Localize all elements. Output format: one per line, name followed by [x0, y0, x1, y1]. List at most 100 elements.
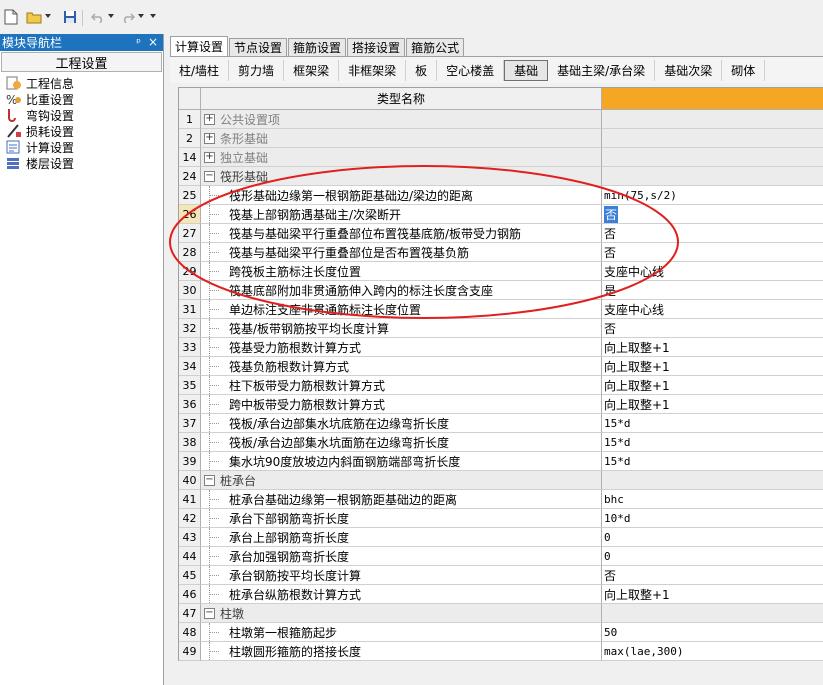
nav-item[interactable]: % 比重设置 — [0, 91, 163, 108]
tab[interactable]: 节点设置 — [229, 38, 288, 56]
setting-row[interactable]: 48 柱墩第一根箍筋起步 50 — [179, 623, 823, 642]
setting-label: 筏基上部钢筋遇基础主/次梁断开 — [229, 207, 402, 222]
redo-dropdown-icon[interactable] — [138, 14, 144, 18]
component-tab[interactable]: 板 — [406, 59, 438, 81]
setting-value-cell[interactable]: 向上取整+1 — [602, 395, 823, 414]
component-tab[interactable]: 柱/墙柱 — [170, 59, 230, 81]
group-row[interactable]: 24− 筏形基础 — [179, 167, 823, 186]
nav-item[interactable]: 损耗设置 — [0, 123, 163, 139]
group-row[interactable]: 14 + 独立基础 — [179, 148, 823, 167]
setting-label: 集水坑90度放坡边内斜面钢筋端部弯折长度 — [229, 454, 461, 469]
expand-icon[interactable]: + — [204, 113, 215, 125]
setting-value-cell[interactable]: 否 — [602, 319, 823, 338]
setting-value-cell[interactable]: 向上取整+1 — [602, 338, 823, 357]
component-tab[interactable]: 空心楼盖 — [437, 59, 505, 81]
tree-branch — [209, 461, 219, 462]
setting-value-cell[interactable]: 支座中心线 — [602, 300, 823, 319]
open-folder-icon[interactable] — [26, 9, 42, 25]
overflow-icon[interactable] — [150, 14, 156, 18]
setting-value-cell[interactable]: 向上取整+1 — [602, 376, 823, 395]
setting-value-cell[interactable]: 支座中心线 — [602, 262, 823, 281]
setting-value-cell[interactable]: 否 — [602, 243, 823, 262]
setting-value-cell[interactable]: 15*d — [602, 452, 823, 471]
group-row[interactable]: 47− 柱墩 — [179, 604, 823, 623]
save-icon[interactable] — [62, 9, 78, 25]
setting-value-cell[interactable]: 否 — [602, 224, 823, 243]
nav-item[interactable]: 工程信息 — [0, 75, 163, 91]
component-tab[interactable]: 基础次梁 — [655, 59, 723, 81]
setting-row[interactable]: 41 桩承台基础边缘第一根钢筋距基础边的距离 bhc — [179, 490, 823, 509]
setting-value-cell[interactable]: max(lae,300) — [602, 642, 823, 661]
close-icon[interactable]: × — [148, 35, 158, 49]
component-tab[interactable]: 砌体 — [722, 59, 766, 81]
setting-row[interactable]: 36 跨中板带受力筋根数计算方式 向上取整+1 — [179, 395, 823, 414]
collapse-icon[interactable]: − — [204, 474, 215, 486]
setting-value-cell[interactable]: min(75,s/2) — [602, 186, 823, 205]
setting-row[interactable]: 34 筏基负筋根数计算方式 向上取整+1 — [179, 357, 823, 376]
setting-row[interactable]: 43 承台上部钢筋弯折长度 0 — [179, 528, 823, 547]
setting-value-cell[interactable]: 否 — [602, 205, 823, 224]
undo-icon[interactable] — [90, 9, 106, 25]
setting-row[interactable]: 33 筏基受力筋根数计算方式 向上取整+1 — [179, 338, 823, 357]
setting-value-cell[interactable]: 10*d — [602, 509, 823, 528]
pin-icon[interactable]: ᵖ — [136, 36, 141, 49]
setting-value-cell[interactable]: 向上取整+1 — [602, 585, 823, 604]
setting-row[interactable]: 38 筏板/承台边部集水坑面筋在边缘弯折长度 15*d — [179, 433, 823, 452]
collapse-icon[interactable]: − — [204, 607, 215, 619]
selected-value[interactable]: 否 — [604, 205, 619, 223]
setting-row[interactable]: 26 筏基上部钢筋遇基础主/次梁断开 否 — [179, 205, 823, 224]
setting-value-cell[interactable]: 向上取整+1 — [602, 357, 823, 376]
setting-row[interactable]: 32 筏基/板带钢筋按平均长度计算 否 — [179, 319, 823, 338]
setting-row[interactable]: 30 筏基底部附加非贯通筋伸入跨内的标注长度含支座 是 — [179, 281, 823, 300]
setting-row[interactable]: 37 筏板/承台边部集水坑底筋在边缘弯折长度 15*d — [179, 414, 823, 433]
new-file-icon[interactable] — [3, 9, 19, 25]
setting-row[interactable]: 28 筏基与基础梁平行重叠部位是否布置筏基负筋 否 — [179, 243, 823, 262]
group-row[interactable]: 1 + 公共设置项 — [179, 110, 823, 129]
setting-row[interactable]: 35 柱下板带受力筋根数计算方式 向上取整+1 — [179, 376, 823, 395]
setting-value-cell[interactable]: 0 — [602, 528, 823, 547]
setting-row[interactable]: 31 单边标注支座非贯通筋标注长度位置 支座中心线 — [179, 300, 823, 319]
component-tab[interactable]: 剪力墙 — [229, 59, 285, 81]
setting-value-cell[interactable]: 是 — [602, 281, 823, 300]
setting-row[interactable]: 27 筏基与基础梁平行重叠部位布置筏基底筋/板带受力钢筋 否 — [179, 224, 823, 243]
undo-dropdown-icon[interactable] — [108, 14, 114, 18]
project-settings-group[interactable]: 工程设置 — [1, 52, 162, 72]
row-number: 2 — [179, 129, 201, 148]
setting-label: 承台下部钢筋弯折长度 — [229, 511, 350, 526]
tab[interactable]: 搭接设置 — [347, 38, 406, 56]
setting-name-cell: 筏形基础边缘第一根钢筋距基础边/梁边的距离 — [201, 186, 602, 205]
setting-row[interactable]: 25 筏形基础边缘第一根钢筋距基础边/梁边的距离 min(75,s/2) — [179, 186, 823, 205]
setting-row[interactable]: 42 承台下部钢筋弯折长度 10*d — [179, 509, 823, 528]
expand-icon[interactable]: + — [204, 132, 215, 144]
group-row[interactable]: 40− 桩承台 — [179, 471, 823, 490]
nav-item[interactable]: 弯钩设置 — [0, 107, 163, 123]
setting-row[interactable]: 49 柱墩圆形箍筋的搭接长度 max(lae,300) — [179, 642, 823, 661]
group-row[interactable]: 2 + 条形基础 — [179, 129, 823, 148]
setting-value-cell[interactable]: 50 — [602, 623, 823, 642]
setting-row[interactable]: 46 桩承台纵筋根数计算方式 向上取整+1 — [179, 585, 823, 604]
setting-value-cell[interactable]: 15*d — [602, 414, 823, 433]
setting-value-cell[interactable]: 15*d — [602, 433, 823, 452]
tab[interactable]: 计算设置 — [170, 36, 229, 56]
setting-row[interactable]: 45 承台钢筋按平均长度计算 否 — [179, 566, 823, 585]
component-tab[interactable]: 基础主梁/承台梁 — [548, 59, 656, 81]
setting-row[interactable]: 44 承台加强钢筋弯折长度 0 — [179, 547, 823, 566]
redo-icon[interactable] — [120, 9, 136, 25]
open-dropdown-icon[interactable] — [45, 14, 51, 18]
setting-value-cell[interactable]: bhc — [602, 490, 823, 509]
component-tab[interactable]: 基础 — [504, 59, 549, 81]
expand-icon[interactable]: + — [204, 151, 215, 163]
setting-row[interactable]: 39 集水坑90度放坡边内斜面钢筋端部弯折长度 15*d — [179, 452, 823, 471]
setting-name-cell: 筏基与基础梁平行重叠部位布置筏基底筋/板带受力钢筋 — [201, 224, 602, 243]
nav-item[interactable]: 楼层设置 — [0, 155, 163, 171]
tab[interactable]: 箍筋设置 — [288, 38, 347, 56]
setting-row[interactable]: 29 跨筏板主筋标注长度位置 支座中心线 — [179, 262, 823, 281]
tab[interactable]: 箍筋公式 — [406, 38, 465, 56]
component-tab[interactable]: 非框架梁 — [339, 59, 407, 81]
tree-branch — [209, 442, 219, 443]
collapse-icon[interactable]: − — [204, 170, 215, 182]
setting-value-cell[interactable]: 0 — [602, 547, 823, 566]
nav-item[interactable]: 计算设置 — [0, 139, 163, 155]
component-tab[interactable]: 框架梁 — [284, 59, 340, 81]
setting-value-cell[interactable]: 否 — [602, 566, 823, 585]
